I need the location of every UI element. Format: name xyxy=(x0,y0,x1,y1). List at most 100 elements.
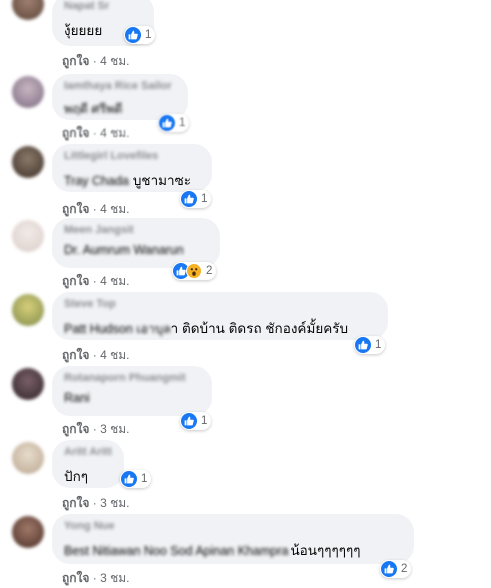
comment-line: Best Nitiawan Noo Sod Apinan Khampra น้อ… xyxy=(64,539,361,561)
comment-meta: ถูกใจ · 3 ชม. xyxy=(62,494,130,513)
comment-time[interactable]: 4 ชม. xyxy=(100,348,129,362)
reaction-summary[interactable]: 1 xyxy=(354,336,386,354)
like-link[interactable]: ถูกใจ xyxy=(62,202,89,216)
comment-item: Yong Nue Best Nitiawan Noo Sod Apinan Kh… xyxy=(0,514,491,585)
comment-text: Rani xyxy=(64,391,90,405)
comment-time[interactable]: 3 ชม. xyxy=(100,496,129,510)
comment-line: Rani xyxy=(64,391,90,405)
like-link[interactable]: ถูกใจ xyxy=(62,54,89,68)
comment-author[interactable]: Littlegirl Lovefiles xyxy=(64,150,158,162)
comment-author[interactable]: Iamthaya Rice Sailor xyxy=(64,80,172,92)
comment-time[interactable]: 3 ชม. xyxy=(100,422,129,436)
comment-item: Aritt Aritt ปักๆ 1 ถูกใจ · 3 ชม. xyxy=(0,440,491,512)
comment-item: Iamthaya Rice Sailor พฤดี ศรีพดี 1 ถูกใจ… xyxy=(0,74,491,144)
comment-text: า ติดบ้าน ติดรถ ชักองค์มั้ยครับ xyxy=(170,321,349,336)
reaction-summary[interactable]: 1 xyxy=(124,26,156,44)
like-link[interactable]: ถูกใจ xyxy=(62,496,89,510)
comment-line: Tray Chada บูชามาซะ xyxy=(64,169,191,191)
like-link[interactable]: ถูกใจ xyxy=(62,571,89,585)
comment-time[interactable]: 4 ชม. xyxy=(100,202,129,216)
mention-name[interactable]: Tray Chada xyxy=(64,174,129,188)
mention-name[interactable]: Patt Hudson เอาบุล xyxy=(64,319,171,339)
meta-separator: · xyxy=(92,348,97,362)
meta-separator: · xyxy=(92,54,97,68)
reaction-count: 2 xyxy=(401,563,408,575)
comment-time[interactable]: 4 ชม. xyxy=(100,54,129,68)
comment-author[interactable]: Rotanaporn Phuangmit xyxy=(64,372,186,384)
reaction-count: 1 xyxy=(375,339,382,351)
reaction-summary[interactable]: 2 xyxy=(380,560,412,578)
avatar[interactable] xyxy=(12,146,44,178)
avatar[interactable] xyxy=(12,368,44,400)
like-link[interactable]: ถูกใจ xyxy=(62,274,89,288)
avatar[interactable] xyxy=(12,516,44,548)
comment-meta: ถูกใจ · 4 ชม. xyxy=(62,124,130,143)
reaction-count: 1 xyxy=(145,29,152,41)
comment-text: ปักๆ xyxy=(64,469,88,484)
meta-separator: · xyxy=(92,202,97,216)
comment-bubble: Meen Jangsit Dr. Aumrum Wanarun xyxy=(52,218,220,268)
reaction-summary[interactable]: 2 xyxy=(172,262,217,280)
comment-bubble: Rotanaporn Phuangmit Rani xyxy=(52,366,212,416)
comment-author[interactable]: Napat Sr xyxy=(64,0,109,12)
reaction-count: 1 xyxy=(201,415,208,427)
reaction-summary[interactable]: 1 xyxy=(180,412,212,430)
comment-item: Meen Jangsit Dr. Aumrum Wanarun 2 ถูกใจ … xyxy=(0,218,491,290)
avatar[interactable] xyxy=(12,294,44,326)
avatar[interactable] xyxy=(12,220,44,252)
meta-separator: · xyxy=(92,422,97,436)
comment-text: น้อนๆๆๆๆๆๆ xyxy=(290,543,361,558)
mention-name[interactable]: Best Nitiawan Noo Sod Apinan Khampra xyxy=(64,544,288,558)
comment-author[interactable]: Meen Jangsit xyxy=(64,224,134,236)
comment-time[interactable]: 3 ชม. xyxy=(100,571,129,585)
reaction-count: 1 xyxy=(179,117,186,129)
meta-separator: · xyxy=(92,571,97,585)
comment-bubble: Littlegirl Lovefiles Tray Chada บูชามาซะ xyxy=(52,144,212,192)
thumbs-up-icon xyxy=(181,413,197,429)
avatar[interactable] xyxy=(12,76,44,108)
like-link[interactable]: ถูกใจ xyxy=(62,422,89,436)
meta-separator: · xyxy=(92,496,97,510)
comment-bubble: Yong Nue Best Nitiawan Noo Sod Apinan Kh… xyxy=(52,514,414,564)
thumbs-up-icon xyxy=(355,337,371,353)
thumbs-up-icon xyxy=(159,115,175,131)
comment-line: ปักๆ xyxy=(64,465,88,487)
thumbs-up-icon xyxy=(121,471,137,487)
comment-time[interactable]: 4 ชม. xyxy=(100,126,129,140)
like-link[interactable]: ถูกใจ xyxy=(62,126,89,140)
comment-meta: ถูกใจ · 4 ชม. xyxy=(62,346,130,365)
reaction-summary[interactable]: 1 xyxy=(120,470,152,488)
comment-item: Littlegirl Lovefiles Tray Chada บูชามาซะ… xyxy=(0,144,491,216)
avatar[interactable] xyxy=(12,442,44,474)
comment-meta: ถูกใจ · 4 ชม. xyxy=(62,52,130,71)
avatar[interactable] xyxy=(12,0,44,20)
comment-meta: ถูกใจ · 4 ชม. xyxy=(62,272,130,291)
comment-item: Rotanaporn Phuangmit Rani 1 ถูกใจ · 3 ชม… xyxy=(0,366,491,436)
wow-face-icon xyxy=(186,263,202,279)
comment-line: Dr. Aumrum Wanarun xyxy=(64,243,184,257)
meta-separator: · xyxy=(92,274,97,288)
reaction-summary[interactable]: 1 xyxy=(158,114,190,132)
meta-separator: · xyxy=(92,126,97,140)
comment-line: Patt Hudson เอาบุล า ติดบ้าน ติดรถ ชักอง… xyxy=(64,317,348,339)
comment-meta: ถูกใจ · 3 ชม. xyxy=(62,569,130,588)
comment-author[interactable]: Steve Top xyxy=(64,298,116,310)
comment-item: Napat Sr งุ้ยยยย 1 ถูกใจ · 4 ชม. xyxy=(0,0,491,68)
comment-time[interactable]: 4 ชม. xyxy=(100,274,129,288)
comment-text: บูชามาซะ xyxy=(132,173,192,188)
thumbs-up-icon xyxy=(125,27,141,43)
reaction-count: 1 xyxy=(141,473,148,485)
comment-meta: ถูกใจ · 3 ชม. xyxy=(62,420,130,439)
reaction-count: 2 xyxy=(206,265,213,277)
comment-bubble: Steve Top Patt Hudson เอาบุล า ติดบ้าน ต… xyxy=(52,292,388,340)
thumbs-up-icon xyxy=(181,191,197,207)
reaction-summary[interactable]: 1 xyxy=(180,190,212,208)
comment-text: งุ้ยยยย xyxy=(64,23,103,38)
comment-text: Dr. Aumrum Wanarun xyxy=(64,243,184,257)
like-link[interactable]: ถูกใจ xyxy=(62,348,89,362)
comment-meta: ถูกใจ · 4 ชม. xyxy=(62,200,130,219)
comment-author[interactable]: Aritt Aritt xyxy=(64,446,112,458)
comment-line: พฤดี ศรีพดี xyxy=(64,99,122,119)
comment-author[interactable]: Yong Nue xyxy=(64,520,115,532)
comment-item: Steve Top Patt Hudson เอาบุล า ติดบ้าน ต… xyxy=(0,292,491,364)
